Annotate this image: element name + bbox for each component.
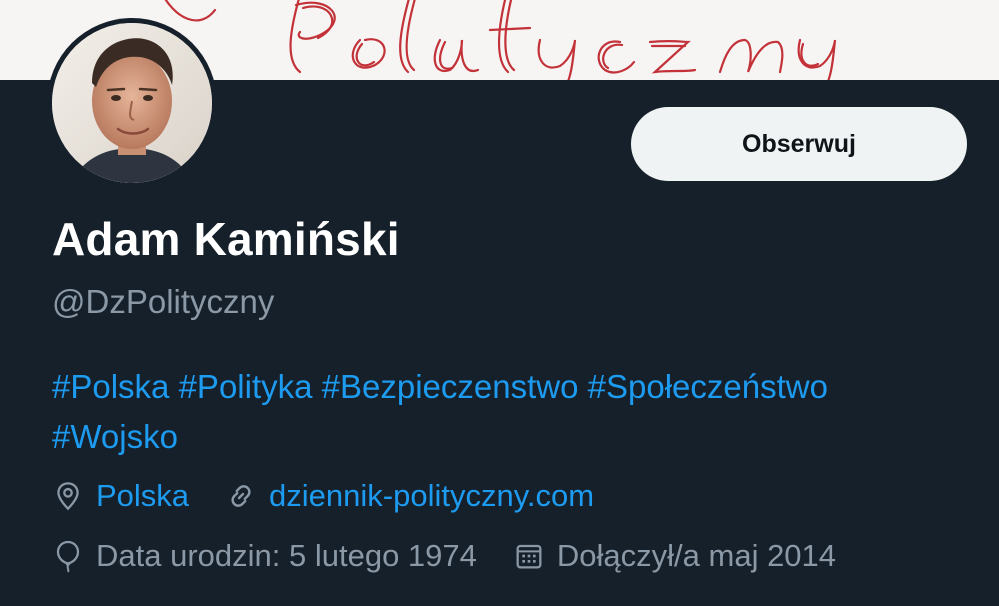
profile-website: dziennik-polityczny.com: [225, 478, 594, 514]
avatar-photo: [52, 23, 212, 183]
person-portrait-icon: [52, 23, 212, 183]
hashtag-link[interactable]: #Wojsko: [52, 418, 178, 455]
avatar[interactable]: [47, 18, 217, 188]
hashtag-link[interactable]: #Społeczeństwo: [588, 368, 828, 405]
website-link[interactable]: dziennik-polityczny.com: [269, 478, 594, 514]
joined-date-text: Dołączył/a maj 2014: [556, 538, 837, 573]
location-pin-icon: [57, 482, 79, 511]
balloon-icon: [56, 540, 80, 573]
profile-birth-date: Data urodzin: 5 lutego 1974: [52, 538, 477, 574]
hashtag-link[interactable]: #Polityka: [179, 368, 313, 405]
birth-date-text: Data urodzin: 5 lutego 1974: [96, 538, 477, 573]
profile-meta-row: Data urodzin: 5 lutego 1974 Dołączył/a m…: [52, 538, 872, 574]
profile-location: Polska: [52, 478, 189, 514]
profile-meta-row: Polska dziennik-polityczny.com: [52, 478, 630, 514]
profile-page: Obserwuj Adam Kamiński @DzPolityczny #Po…: [0, 0, 999, 606]
location-link[interactable]: Polska: [96, 478, 189, 514]
link-icon: [231, 485, 251, 507]
profile-handle: @DzPolityczny: [52, 283, 275, 320]
follow-button[interactable]: Obserwuj: [631, 107, 967, 181]
hashtag-link[interactable]: #Bezpieczenstwo: [322, 368, 579, 405]
profile-name: Adam Kamiński: [52, 213, 400, 265]
profile-joined: Dołączył/a maj 2014: [513, 538, 836, 574]
hashtag-link[interactable]: #Polska: [52, 368, 169, 405]
profile-bio: #Polska #Polityka #Bezpieczenstwo #Społe…: [52, 362, 982, 462]
calendar-icon: [516, 544, 542, 569]
